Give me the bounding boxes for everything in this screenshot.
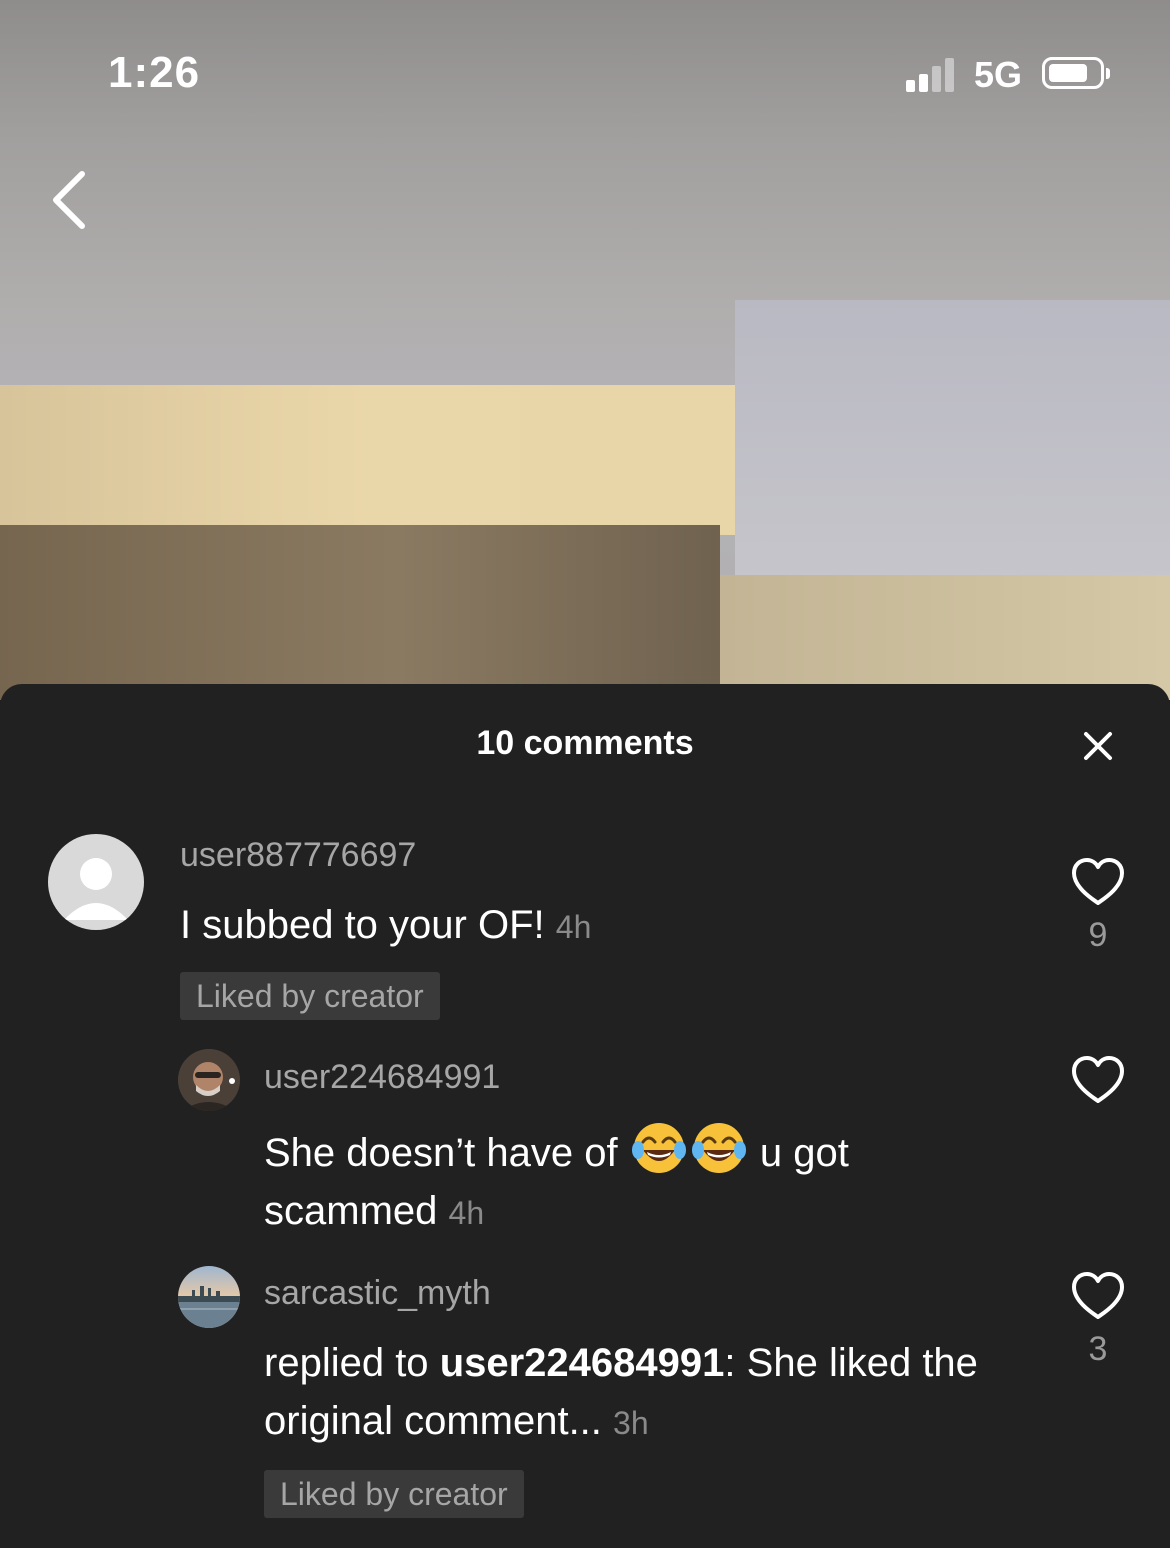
reply-username[interactable]: sarcastic_myth xyxy=(264,1274,491,1313)
tears-of-joy-emoji xyxy=(691,1123,746,1173)
comments-count-title: 10 comments xyxy=(476,724,694,762)
comment-username[interactable]: user887776697 xyxy=(180,836,416,875)
reply-prefix: replied to xyxy=(264,1341,429,1385)
status-bar: 1:26 5G xyxy=(0,0,1170,140)
like-button[interactable] xyxy=(1070,1270,1126,1322)
reply-username[interactable]: user224684991 xyxy=(264,1058,500,1097)
battery-icon xyxy=(1042,57,1110,89)
reply-body-start: She doesn’t have of xyxy=(264,1131,618,1175)
video-shelf-front xyxy=(0,525,720,700)
comments-sheet: 10 comments user887776697 I subbed to yo… xyxy=(0,684,1170,1548)
tears-of-joy-emoji xyxy=(631,1123,686,1173)
video-shelf-right xyxy=(720,575,1170,700)
network-type-label: 5G xyxy=(974,54,1023,95)
reply-text: She doesn’t have of u got scammed 4h xyxy=(264,1120,984,1242)
like-button[interactable] xyxy=(1070,856,1126,908)
signal-bars-icon xyxy=(906,58,960,92)
city-skyline-avatar[interactable] xyxy=(178,1266,240,1328)
like-count: 9 xyxy=(1088,916,1108,954)
default-avatar-icon[interactable] xyxy=(48,834,144,930)
heart-icon xyxy=(1072,1272,1124,1319)
liked-by-creator-badge: Liked by creator xyxy=(264,1470,524,1518)
reply-mention[interactable]: user224684991 xyxy=(440,1341,725,1385)
video-wall-region xyxy=(735,300,1170,580)
heart-icon xyxy=(1072,1056,1124,1103)
back-button[interactable] xyxy=(46,168,96,232)
status-time: 1:26 xyxy=(108,48,201,97)
reply-separator: : xyxy=(724,1341,736,1385)
user-photo-avatar[interactable] xyxy=(178,1049,240,1111)
close-button[interactable] xyxy=(1078,726,1118,766)
liked-by-creator-badge: Liked by creator xyxy=(180,972,440,1020)
like-button[interactable] xyxy=(1070,1054,1126,1106)
like-count: 3 xyxy=(1088,1330,1108,1368)
chevron-left-icon xyxy=(53,171,85,229)
comment-body: I subbed to your OF! xyxy=(180,903,545,947)
close-icon xyxy=(1084,732,1112,760)
comment-timestamp: 4h xyxy=(555,909,592,945)
video-shelf-top xyxy=(0,385,735,535)
heart-icon xyxy=(1072,858,1124,905)
reply-text: replied to user224684991: She liked the … xyxy=(264,1334,1024,1452)
reply-timestamp: 4h xyxy=(448,1195,485,1231)
reply-timestamp: 3h xyxy=(613,1405,649,1441)
comment-text: I subbed to your OF! 4h xyxy=(180,896,1000,956)
